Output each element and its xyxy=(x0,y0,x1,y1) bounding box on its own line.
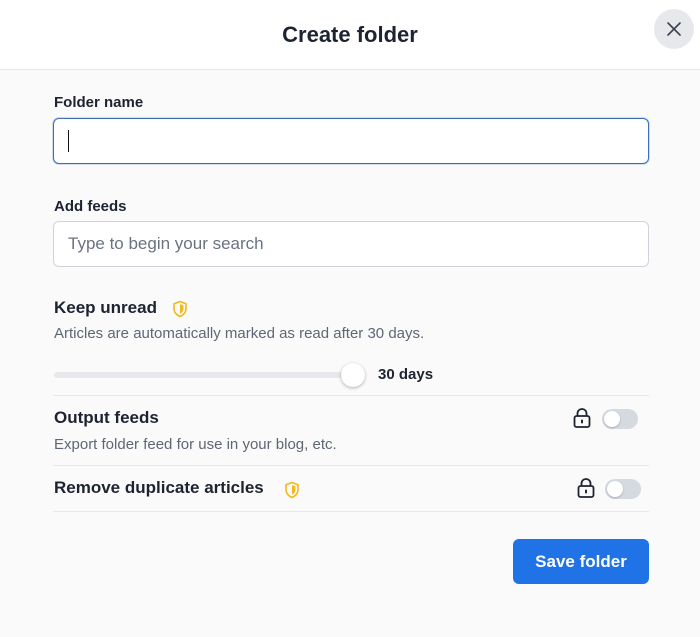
keep-unread-slider-track[interactable] xyxy=(54,372,354,378)
toggle-knob xyxy=(604,411,620,427)
shield-icon xyxy=(285,481,299,499)
create-folder-dialog: Create folder Folder name Add feeds Keep… xyxy=(0,0,700,637)
folder-name-label: Folder name xyxy=(54,94,144,111)
divider xyxy=(53,465,649,466)
output-feeds-title: Output feeds xyxy=(54,408,159,427)
close-icon xyxy=(667,22,681,36)
add-feeds-label: Add feeds xyxy=(54,198,127,215)
remove-duplicates-title: Remove duplicate articles xyxy=(54,478,264,497)
output-feeds-toggle[interactable] xyxy=(602,409,638,429)
remove-duplicates-toggle[interactable] xyxy=(605,479,641,499)
folder-name-input[interactable] xyxy=(53,118,649,164)
add-feeds-search-input[interactable] xyxy=(53,221,649,267)
close-button[interactable] xyxy=(654,9,694,49)
lock-icon xyxy=(573,408,591,428)
keep-unread-slider-value: 30 days xyxy=(378,366,434,383)
keep-unread-description: Articles are automatically marked as rea… xyxy=(54,325,425,342)
divider xyxy=(53,395,649,396)
shield-icon xyxy=(173,300,187,318)
divider xyxy=(53,511,649,512)
keep-unread-slider-thumb[interactable] xyxy=(341,363,365,387)
dialog-title: Create folder xyxy=(282,22,418,47)
toggle-knob xyxy=(607,481,623,497)
dialog-header: Create folder xyxy=(0,0,700,70)
text-caret xyxy=(68,130,69,152)
keep-unread-title: Keep unread xyxy=(54,298,157,317)
output-feeds-description: Export folder feed for use in your blog,… xyxy=(54,436,337,453)
save-folder-button[interactable]: Save folder xyxy=(513,539,649,584)
lock-icon xyxy=(577,478,595,498)
